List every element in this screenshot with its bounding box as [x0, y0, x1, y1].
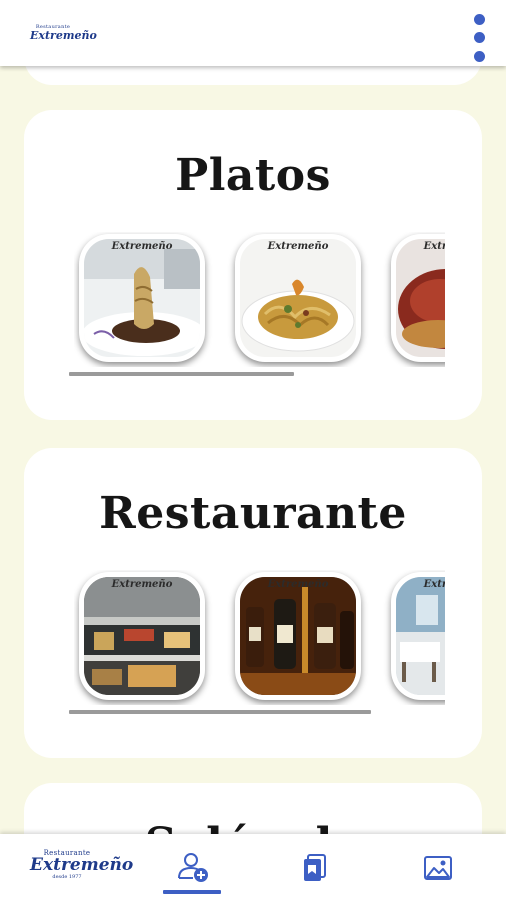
- image-watermark: Extremeño: [267, 579, 329, 590]
- section-card-platos: Platos Extremeño Extremeño Extr: [24, 110, 482, 420]
- more-vertical-icon[interactable]: [468, 12, 490, 64]
- restaurant-display-case-photo: [84, 577, 200, 695]
- user-add-icon: [178, 853, 208, 882]
- section-title: Restaurante: [99, 488, 407, 539]
- image-carousel[interactable]: Extremeño Extremeño Extr: [74, 232, 445, 367]
- carousel-item[interactable]: Extremeño: [235, 572, 361, 700]
- nav-item-gallery[interactable]: [376, 834, 502, 900]
- image-carousel[interactable]: Extremeño Extremeño Extr: [74, 570, 445, 705]
- carousel-scrollbar[interactable]: [69, 372, 294, 376]
- menu-book-icon: [304, 854, 326, 881]
- logo-tagline-text: desde 1977: [52, 874, 82, 880]
- image-gallery-icon: [424, 856, 452, 880]
- image-watermark: Extremeño: [423, 579, 445, 590]
- image-watermark: Extremeño: [267, 241, 329, 252]
- section-card-restaurante: Restaurante Extremeño Extremeño Extr: [24, 448, 482, 758]
- restaurant-wine-bottles-photo: [240, 577, 356, 695]
- nav-item-menu[interactable]: [252, 834, 378, 900]
- nav-item-home-logo[interactable]: Restaurante Extremeño desde 1977: [5, 834, 134, 900]
- carousel-item[interactable]: Extremeño: [391, 572, 445, 700]
- logo-name-text: Extremeño: [30, 855, 134, 875]
- dish-artichoke-photo: [84, 239, 200, 357]
- section-title: Platos: [175, 150, 331, 201]
- image-watermark: Extremeño: [111, 241, 173, 252]
- carousel-item[interactable]: Extremeño: [391, 234, 445, 362]
- dish-meat-photo: [396, 239, 445, 357]
- restaurant-logo[interactable]: Restaurante Extremeño: [30, 25, 97, 42]
- carousel-item[interactable]: Extremeño: [235, 234, 361, 362]
- dish-pasta-photo: [240, 239, 356, 357]
- restaurant-logo: Restaurante Extremeño desde 1977: [30, 850, 134, 880]
- restaurant-dining-room-photo: [396, 577, 445, 695]
- carousel-item[interactable]: Extremeño: [79, 234, 205, 362]
- image-watermark: Extremeño: [111, 579, 173, 590]
- top-app-bar: Restaurante Extremeño: [0, 0, 506, 66]
- carousel-item[interactable]: Extremeño: [79, 572, 205, 700]
- nav-item-users[interactable]: [130, 834, 256, 900]
- active-tab-indicator: [163, 890, 221, 894]
- logo-name-text: Extremeño: [30, 29, 97, 42]
- carousel-scrollbar[interactable]: [69, 710, 371, 714]
- bottom-navigation: Restaurante Extremeño desde 1977: [0, 834, 506, 900]
- image-watermark: Extremeño: [423, 241, 445, 252]
